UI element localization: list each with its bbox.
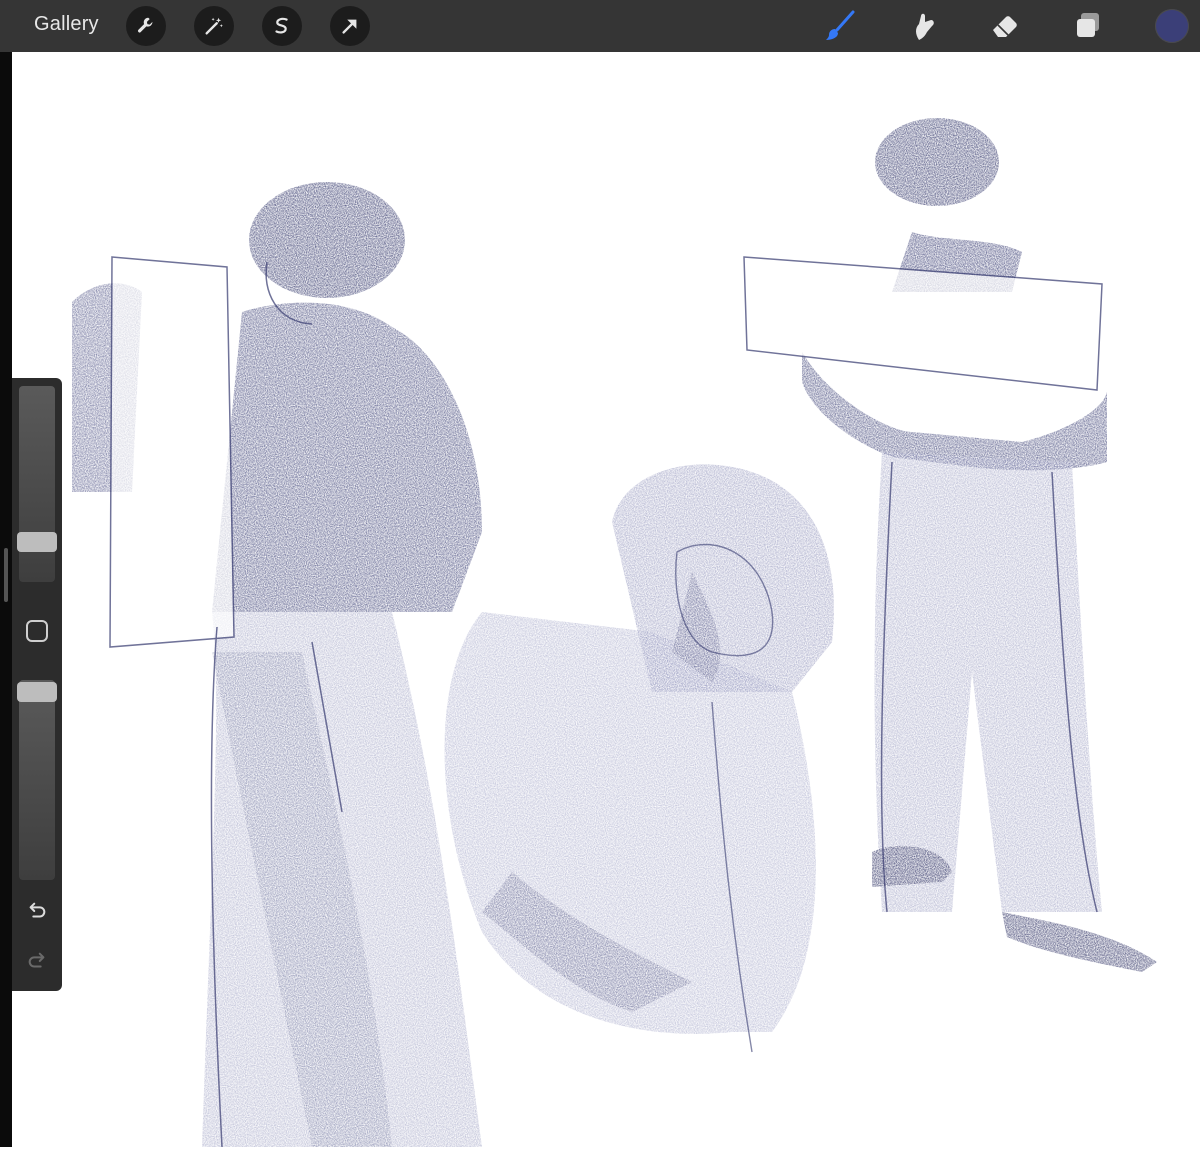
undo-icon[interactable]: [24, 898, 50, 924]
redo-icon[interactable]: [24, 948, 50, 974]
figure-center: [444, 464, 834, 1034]
opacity-slider[interactable]: [19, 680, 55, 880]
drawing-canvas[interactable]: [12, 52, 1200, 1148]
eraser-icon[interactable]: [987, 8, 1023, 44]
opacity-slider-thumb[interactable]: [17, 682, 57, 702]
top-toolbar: Gallery: [0, 0, 1200, 52]
brush-size-slider-thumb[interactable]: [17, 532, 57, 552]
left-sidebar: [12, 378, 62, 991]
brush-icon[interactable]: [822, 8, 858, 44]
sketch-artwork: [72, 118, 1157, 1148]
transform-arrow-icon[interactable]: [330, 6, 370, 46]
color-picker-swatch[interactable]: [1155, 9, 1189, 43]
sidebar-drag-handle[interactable]: [4, 548, 8, 602]
modify-button[interactable]: [26, 620, 48, 642]
smudge-icon[interactable]: [905, 8, 941, 44]
wrench-icon[interactable]: [126, 6, 166, 46]
gallery-button[interactable]: Gallery: [34, 13, 99, 36]
layers-icon[interactable]: [1070, 8, 1106, 44]
selection-icon[interactable]: [262, 6, 302, 46]
magic-wand-icon[interactable]: [194, 6, 234, 46]
brush-size-slider[interactable]: [19, 386, 55, 582]
figure-right: [802, 118, 1157, 972]
